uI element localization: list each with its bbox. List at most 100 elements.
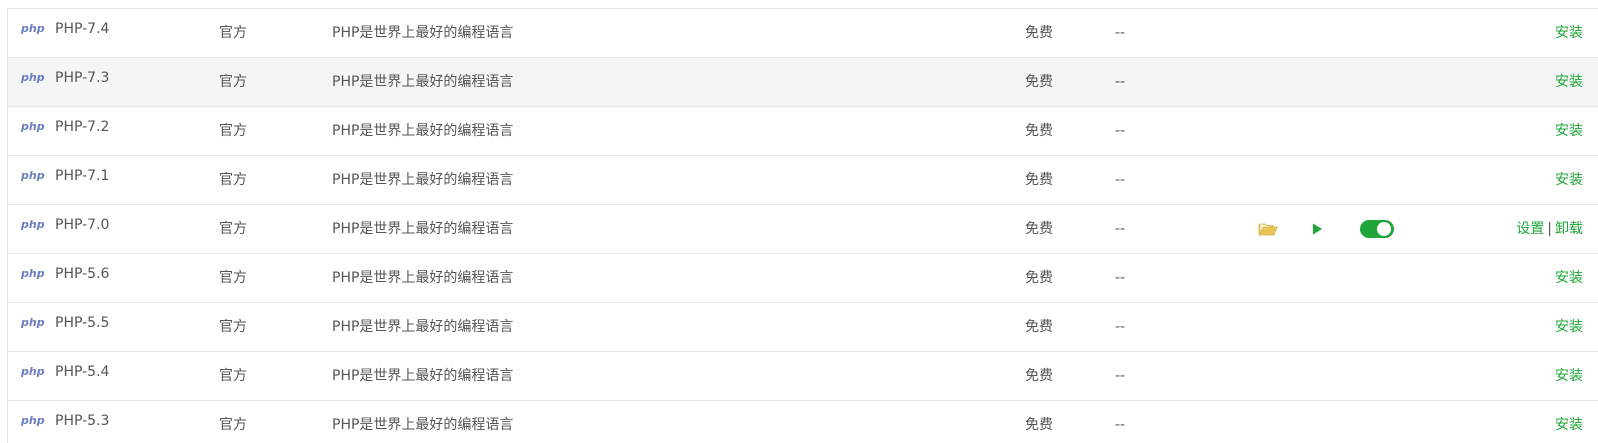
expiry-cell: -- [1115, 123, 1126, 139]
description-cell: PHP是世界上最好的编程语言 [332, 417, 514, 433]
developer-cell: 官方 [219, 270, 247, 286]
toggle-knob [1377, 222, 1391, 236]
software-name-cell: php PHP-7.1 [21, 156, 211, 204]
operations-cell: 安装 [1555, 352, 1583, 400]
software-name-cell: php PHP-5.6 [21, 254, 211, 302]
software-name: PHP-5.4 [55, 364, 110, 380]
software-name: PHP-7.2 [55, 119, 110, 135]
table-row: php PHP-5.4 官方 PHP是世界上最好的编程语言 免费 -- 安装 [8, 352, 1598, 401]
enable-toggle[interactable] [1360, 205, 1400, 253]
software-table: php PHP-7.4 官方 PHP是世界上最好的编程语言 免费 -- 安装 ph… [7, 8, 1598, 443]
operations-cell: 安装 [1555, 401, 1583, 443]
operations-cell: 安装 [1555, 303, 1583, 351]
expiry-cell: -- [1115, 221, 1126, 237]
price-cell: 免费 [1025, 270, 1053, 286]
software-name-cell: php PHP-5.3 [21, 401, 211, 443]
price-cell: 免费 [1025, 319, 1053, 335]
expiry-cell: -- [1115, 368, 1126, 384]
toggle-switch[interactable] [1360, 220, 1394, 238]
table-row: php PHP-7.3 官方 PHP是世界上最好的编程语言 免费 -- 安装 [8, 58, 1598, 107]
expiry-cell: -- [1115, 74, 1126, 90]
price-cell: 免费 [1025, 123, 1053, 139]
operations-cell: 安装 [1555, 156, 1583, 204]
expiry-cell: -- [1115, 25, 1126, 41]
software-name: PHP-7.0 [55, 217, 110, 233]
price-cell: 免费 [1025, 74, 1053, 90]
table-row: php PHP-5.6 官方 PHP是世界上最好的编程语言 免费 -- 安装 [8, 254, 1598, 303]
developer-cell: 官方 [219, 172, 247, 188]
software-name-cell: php PHP-7.4 [21, 9, 211, 57]
operations-cell: 安装 [1555, 254, 1583, 302]
software-name: PHP-7.1 [55, 168, 110, 184]
software-name: PHP-5.6 [55, 266, 110, 282]
install-button[interactable]: 安装 [1555, 74, 1583, 90]
php-logo-icon: php [21, 365, 45, 378]
php-logo-icon: php [21, 414, 45, 427]
operations-cell: 设置 | 卸载 [1516, 205, 1583, 253]
developer-cell: 官方 [219, 25, 247, 41]
operations-cell: 安装 [1555, 9, 1583, 57]
description-cell: PHP是世界上最好的编程语言 [332, 123, 514, 139]
expiry-cell: -- [1115, 417, 1126, 433]
install-button[interactable]: 安装 [1555, 319, 1583, 335]
software-name-cell: php PHP-7.3 [21, 58, 211, 106]
php-logo-icon: php [21, 316, 45, 329]
description-cell: PHP是世界上最好的编程语言 [332, 172, 514, 188]
expiry-cell: -- [1115, 172, 1126, 188]
software-name-cell: php PHP-7.2 [21, 107, 211, 155]
table-row: php PHP-7.4 官方 PHP是世界上最好的编程语言 免费 -- 安装 [8, 9, 1598, 58]
developer-cell: 官方 [219, 74, 247, 90]
php-logo-icon: php [21, 120, 45, 133]
php-logo-icon: php [21, 71, 45, 84]
php-logo-icon: php [21, 267, 45, 280]
folder-icon[interactable] [1258, 221, 1278, 237]
install-button[interactable]: 安装 [1555, 123, 1583, 139]
price-cell: 免费 [1025, 417, 1053, 433]
uninstall-link[interactable]: 卸载 [1555, 221, 1583, 237]
software-name-cell: php PHP-5.5 [21, 303, 211, 351]
table-row: php PHP-7.2 官方 PHP是世界上最好的编程语言 免费 -- 安装 [8, 107, 1598, 156]
install-button[interactable]: 安装 [1555, 25, 1583, 41]
table-row: php PHP-5.5 官方 PHP是世界上最好的编程语言 免费 -- 安装 [8, 303, 1598, 352]
expiry-cell: -- [1115, 270, 1126, 286]
install-button[interactable]: 安装 [1555, 172, 1583, 188]
description-cell: PHP是世界上最好的编程语言 [332, 25, 514, 41]
description-cell: PHP是世界上最好的编程语言 [332, 270, 514, 286]
php-logo-icon: php [21, 22, 45, 35]
install-button[interactable]: 安装 [1555, 270, 1583, 286]
operations-cell: 安装 [1555, 107, 1583, 155]
table-row-installed: php PHP-7.0 官方 PHP是世界上最好的编程语言 免费 -- 设置 | 卸载 [8, 205, 1598, 254]
description-cell: PHP是世界上最好的编程语言 [332, 221, 514, 237]
description-cell: PHP是世界上最好的编程语言 [332, 74, 514, 90]
software-name: PHP-7.3 [55, 70, 110, 86]
settings-link[interactable]: 设置 [1516, 221, 1544, 237]
play-icon[interactable] [1310, 221, 1324, 237]
software-name: PHP-5.3 [55, 413, 110, 429]
software-name-cell: php PHP-7.0 [21, 205, 211, 253]
developer-cell: 官方 [219, 319, 247, 335]
price-cell: 免费 [1025, 172, 1053, 188]
price-cell: 免费 [1025, 25, 1053, 41]
table-row: php PHP-7.1 官方 PHP是世界上最好的编程语言 免费 -- 安装 [8, 156, 1598, 205]
developer-cell: 官方 [219, 368, 247, 384]
description-cell: PHP是世界上最好的编程语言 [332, 368, 514, 384]
separator: | [1547, 221, 1552, 237]
description-cell: PHP是世界上最好的编程语言 [332, 319, 514, 335]
software-name: PHP-5.5 [55, 315, 110, 331]
php-logo-icon: php [21, 218, 45, 231]
table-row: php PHP-5.3 官方 PHP是世界上最好的编程语言 免费 -- 安装 [8, 401, 1598, 443]
developer-cell: 官方 [219, 417, 247, 433]
software-name-cell: php PHP-5.4 [21, 352, 211, 400]
php-logo-icon: php [21, 169, 45, 182]
developer-cell: 官方 [219, 221, 247, 237]
open-folder-button[interactable] [1258, 205, 1288, 253]
start-button[interactable] [1310, 205, 1340, 253]
price-cell: 免费 [1025, 368, 1053, 384]
price-cell: 免费 [1025, 221, 1053, 237]
expiry-cell: -- [1115, 319, 1126, 335]
operations-cell: 安装 [1555, 58, 1583, 106]
install-button[interactable]: 安装 [1555, 417, 1583, 433]
software-name: PHP-7.4 [55, 21, 110, 37]
install-button[interactable]: 安装 [1555, 368, 1583, 384]
developer-cell: 官方 [219, 123, 247, 139]
